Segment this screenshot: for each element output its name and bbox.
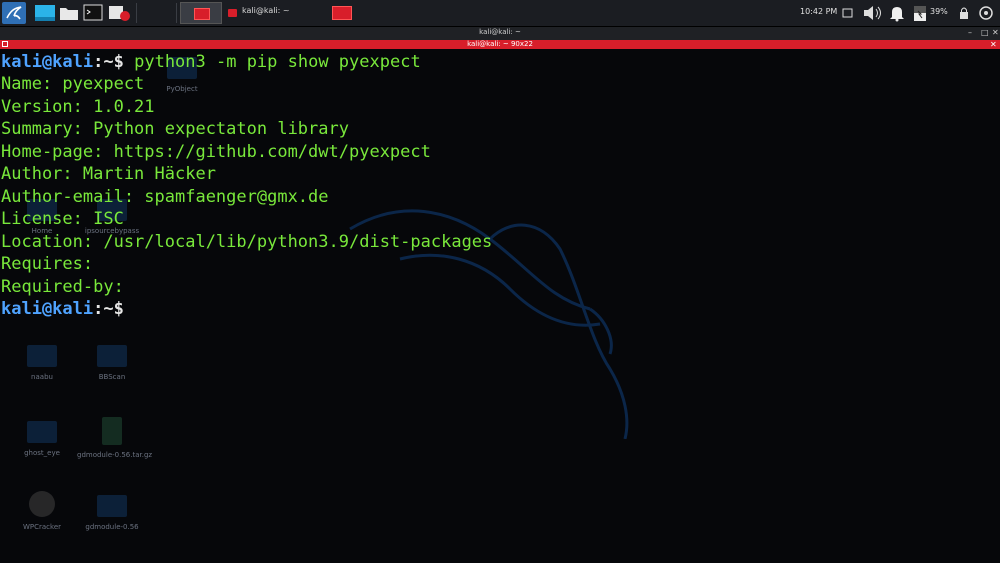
output-line: Required-by: [1, 276, 124, 297]
volume-icon[interactable] [862, 4, 884, 22]
battery-percent: 39% [930, 7, 948, 16]
terminal-small-icon [228, 9, 237, 17]
kali-menu-button[interactable] [2, 2, 26, 24]
folder-icon[interactable] [58, 2, 80, 24]
panel-clock[interactable]: 10:42 PM [800, 7, 837, 16]
kali-dragon-icon [6, 6, 22, 20]
notification-bell-icon[interactable] [888, 4, 906, 22]
output-line: Location: /usr/local/lib/python3.9/dist-… [1, 231, 493, 252]
folder-icon [97, 495, 127, 517]
prompt-separator: : [93, 298, 104, 319]
command-text: python3 -m pip show pyexpect [123, 52, 421, 72]
output-line: Author: Martin Häcker [1, 164, 216, 185]
locked-folder-icon [27, 421, 57, 443]
desktop-icon-gdmodule-tar[interactable]: gdmodule-0.56.tar.gz [77, 417, 152, 459]
folder-icon [97, 345, 127, 367]
prompt-line[interactable]: kali@kali:~$ [1, 298, 492, 320]
terminal-titlebar[interactable]: kali@kali: ~ – □ ✕ [0, 27, 1000, 40]
terminal-window-title: kali@kali: ~ [479, 28, 521, 36]
terminal-launcher-icon[interactable] [82, 2, 104, 24]
screen-recorder-icon[interactable] [106, 2, 132, 24]
archive-icon [102, 417, 122, 445]
output-line: Name: pyexpect [1, 74, 145, 95]
window-thumb-icon [332, 6, 352, 20]
terminal-tab[interactable]: kali@kali: ~ 90x22 ✕ [0, 40, 1000, 49]
workspace-2-button[interactable] [330, 2, 354, 24]
tab-close-icon[interactable]: ✕ [990, 40, 997, 49]
output-line: Requires: [1, 254, 94, 275]
workspace-1-button[interactable] [180, 2, 222, 24]
desktop-icon-gdmodule[interactable]: gdmodule-0.56 [77, 495, 147, 531]
output-line: Author-email: spamfaenger@gmx.de [1, 186, 329, 207]
panel-separator [176, 3, 177, 23]
lock-screen-icon[interactable] [958, 4, 970, 22]
show-desktop-icon[interactable] [842, 4, 854, 22]
panel-separator [136, 3, 137, 23]
desktop-icon-naabu[interactable]: naabu [7, 345, 77, 381]
taskbar-terminal-label: kali@kali: ~ [242, 6, 290, 15]
prompt-path: ~ [103, 298, 114, 319]
output-line: Version: 1.0.21 [1, 96, 155, 117]
battery-icon[interactable] [912, 4, 928, 22]
window-thumb-icon [194, 8, 210, 20]
top-panel: kali@kali: ~ 10:42 PM 39% [0, 0, 1000, 27]
locked-folder-icon [27, 345, 57, 367]
command-line: kali@kali:~$ python3 -m pip show pyexpec… [1, 51, 492, 73]
files-app-icon[interactable] [32, 2, 58, 24]
desktop-icon-bbscan[interactable]: BBScan [77, 345, 147, 381]
terminal-output[interactable]: kali@kali:~$ python3 -m pip show pyexpec… [1, 51, 492, 320]
prompt-user-host: kali@kali [1, 52, 94, 72]
prompt-separator: : [93, 52, 104, 72]
terminal-tab-title: kali@kali: ~ 90x22 [467, 40, 533, 48]
output-line: License: ISC [1, 209, 124, 230]
terminal-body[interactable]: PyObject Home ipsourcebypass naabu BBSca… [0, 49, 1000, 563]
output-line: Summary: Python expectaton library [1, 119, 349, 140]
desktop-icon-ghost-eye[interactable]: ghost_eye [7, 421, 77, 457]
prompt-symbol: $ [113, 298, 124, 319]
desktop-icon-wpcracker[interactable]: WPCracker [7, 491, 77, 531]
output-line: Home-page: https://github.com/dwt/pyexpe… [1, 141, 431, 162]
prompt-path: ~ [103, 52, 114, 72]
close-button[interactable]: ✕ [992, 27, 999, 39]
taskbar-terminal-window[interactable]: kali@kali: ~ [226, 2, 326, 24]
prompt-user-host: kali@kali [1, 298, 94, 319]
minimize-button[interactable]: – [968, 27, 972, 39]
gear-icon [29, 491, 55, 517]
power-icon[interactable] [978, 4, 994, 22]
prompt-symbol: $ [113, 52, 124, 72]
maximize-button[interactable]: □ [981, 27, 989, 39]
